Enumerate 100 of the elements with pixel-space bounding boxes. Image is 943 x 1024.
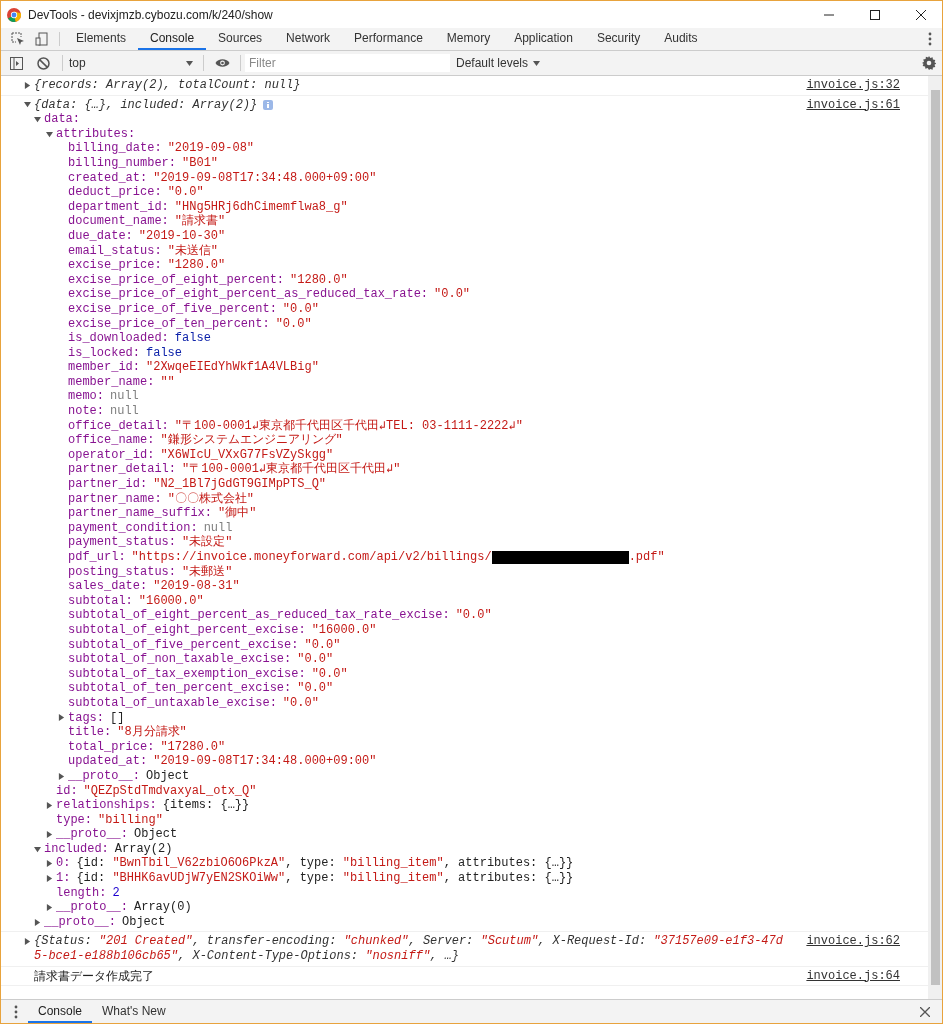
property-key: 0:	[56, 856, 71, 872]
property-key: note:	[68, 404, 104, 419]
property-value: "0.0"	[282, 301, 319, 317]
close-icon[interactable]	[920, 1006, 930, 1017]
property-value: "〇〇株式会社"	[167, 491, 255, 506]
expand-arrow-icon[interactable]	[24, 937, 31, 945]
property-value: false	[146, 345, 183, 361]
inspect-icon[interactable]	[11, 32, 25, 46]
property-key: subtotal_of_tax_exemption_excise:	[68, 666, 306, 682]
drawer-tab[interactable]: What's New	[92, 1000, 176, 1023]
property-value: "0.0"	[455, 608, 492, 623]
expand-arrow-icon[interactable]	[34, 918, 41, 926]
property-key: document_name:	[68, 214, 169, 229]
expand-arrow-icon[interactable]	[24, 81, 31, 89]
panel-tab[interactable]: Application	[502, 28, 585, 50]
scrollbar[interactable]	[928, 76, 942, 999]
property-key: member_name:	[68, 374, 155, 390]
property-key: deduct_price:	[68, 185, 162, 200]
property-key: partner_id:	[68, 477, 148, 492]
panel-tab[interactable]: Memory	[434, 28, 503, 50]
log-levels-dropdown[interactable]: Default levels	[456, 54, 541, 72]
property-key: billing_number:	[68, 155, 177, 171]
browser-logo-icon	[7, 7, 21, 22]
property-value: null	[110, 404, 139, 419]
panel-tab[interactable]: Sources	[206, 28, 275, 50]
eye-icon[interactable]	[215, 58, 230, 68]
source-link[interactable]: invoice.js:32	[806, 78, 900, 93]
sidebar-toggle-icon[interactable]	[10, 56, 23, 70]
panel-tab[interactable]: Security	[584, 28, 653, 50]
filter-field[interactable]: Filter	[245, 54, 450, 72]
property-key: payment_status:	[68, 535, 177, 550]
property-value: "2XwqeEIEdYhWkf1A4VLBig"	[146, 360, 319, 375]
property-key: subtotal_of_non_taxable_excise:	[68, 652, 292, 667]
expand-arrow-icon[interactable]	[46, 904, 53, 912]
property-value: {id: "BHHK6avUDjW7yEN2SKOiWw", type: "billing_item", attributes: {…}}	[76, 871, 574, 886]
property-key: subtotal_of_untaxable_excise:	[68, 695, 277, 711]
property-value: "未郵送"	[182, 564, 233, 580]
property-key: __proto__:	[44, 914, 116, 930]
property-key: excise_price_of_eight_percent_as_reduced_tax_rate:	[68, 287, 429, 302]
collapse-arrow-icon[interactable]	[46, 130, 53, 138]
collapse-arrow-icon[interactable]	[24, 101, 31, 109]
scrollbar-thumb[interactable]	[930, 90, 940, 985]
expand-arrow-icon[interactable]	[58, 714, 65, 722]
collapse-arrow-icon[interactable]	[34, 116, 41, 123]
expand-arrow-icon[interactable]	[58, 772, 65, 780]
property-key: updated_at:	[68, 754, 148, 769]
source-link[interactable]: invoice.js:62	[806, 934, 900, 950]
maximize-icon[interactable]	[870, 9, 880, 20]
property-value: Array(2)	[114, 841, 173, 857]
collapse-arrow-icon[interactable]	[34, 845, 41, 853]
property-key: included:	[44, 841, 109, 857]
expand-arrow-icon[interactable]	[46, 860, 53, 868]
property-value: "8月分請求"	[117, 725, 187, 740]
property-key: tags:	[68, 710, 104, 726]
property-key: memo:	[68, 389, 104, 405]
property-key: created_at:	[68, 170, 148, 186]
panel-tab[interactable]: Elements	[64, 28, 139, 50]
property-value: "17280.0"	[160, 739, 226, 755]
property-value: []	[110, 710, 125, 726]
property-key: length:	[56, 885, 107, 901]
property-key: relationships:	[56, 798, 157, 813]
more-icon[interactable]	[14, 1004, 18, 1019]
more-icon[interactable]	[928, 32, 932, 46]
expand-arrow-icon[interactable]	[46, 801, 53, 809]
property-value: "B01"	[182, 155, 219, 171]
property-key: department_id:	[68, 199, 169, 215]
settings-icon[interactable]	[922, 56, 936, 70]
device-toolbar-icon[interactable]	[35, 32, 49, 46]
source-link[interactable]: invoice.js:64	[806, 968, 900, 984]
panel-tab[interactable]: Performance	[342, 28, 435, 50]
property-value: Object	[134, 827, 178, 842]
console-object-preview: {data: {…}, included: Array(2)}	[34, 97, 258, 113]
property-value: 2	[112, 885, 120, 901]
property-key: sales_date:	[68, 579, 148, 594]
property-value: "鎌形システムエンジニアリング"	[160, 433, 343, 448]
property-key: title:	[68, 725, 112, 740]
expand-arrow-icon[interactable]	[46, 831, 53, 839]
property-key: is_downloaded:	[68, 331, 169, 346]
property-key: office_detail:	[68, 418, 169, 434]
property-value: "2019-09-08T17:34:48.000+09:00"	[153, 170, 377, 186]
property-key: data:	[44, 112, 80, 127]
expand-arrow-icon[interactable]	[46, 874, 53, 882]
property-value: Object	[146, 768, 190, 784]
context-selector[interactable]: top	[69, 53, 193, 73]
panel-tab[interactable]: Network	[274, 28, 343, 50]
property-value: .pdf"	[628, 550, 665, 565]
panel-tab[interactable]: Audits	[652, 28, 710, 50]
property-key: operator_id:	[68, 447, 155, 463]
property-value: "0.0"	[434, 287, 471, 302]
property-key: excise_price_of_five_percent:	[68, 301, 277, 317]
drawer-tab[interactable]: Console	[28, 1000, 93, 1023]
property-value: "2019-09-08T17:34:48.000+09:00"	[153, 754, 377, 769]
property-value: null	[203, 520, 233, 535]
clear-console-icon[interactable]	[37, 56, 50, 70]
close-icon[interactable]	[916, 9, 926, 20]
property-value: "1280.0"	[167, 258, 226, 273]
source-link[interactable]: invoice.js:61	[806, 97, 900, 113]
property-value: "0.0"	[297, 652, 334, 667]
property-value: "0.0"	[304, 637, 341, 653]
property-key: total_price:	[68, 739, 155, 755]
